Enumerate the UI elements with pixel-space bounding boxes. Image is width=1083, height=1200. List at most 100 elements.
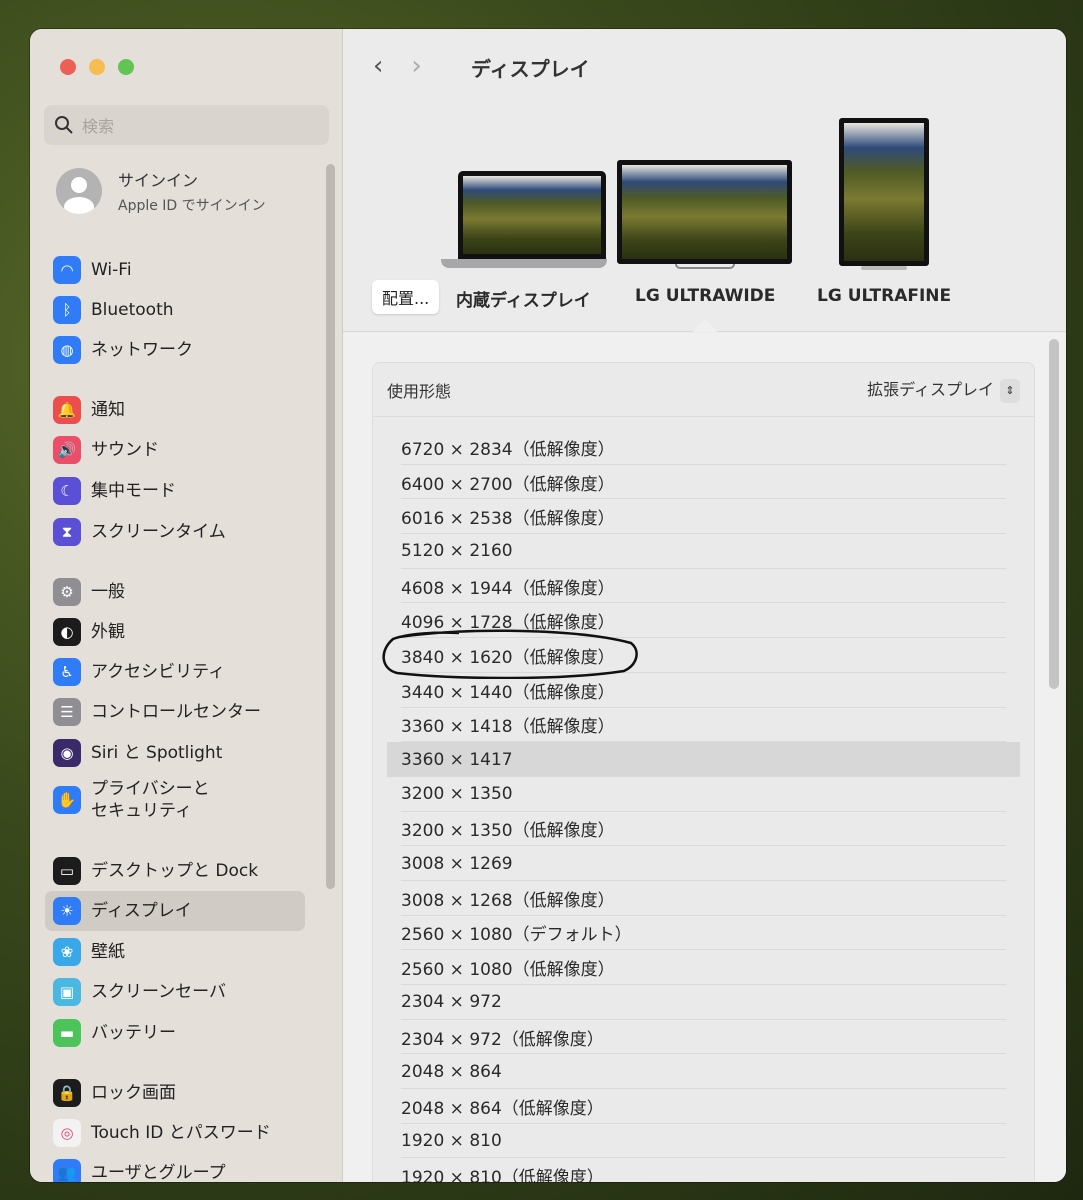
sidebar-item-label: スクリーンセーバ bbox=[91, 981, 226, 1002]
page-title: ディスプレイ bbox=[471, 57, 590, 81]
sidebar-item-flower[interactable]: ❀ 壁紙 bbox=[45, 932, 305, 972]
sidebar-item-label: 外観 bbox=[91, 621, 125, 642]
resolution-option[interactable]: 2304 × 972 bbox=[387, 985, 1020, 1020]
bell-icon: 🔔 bbox=[53, 396, 81, 424]
accessibility-icon: ♿ bbox=[53, 658, 81, 686]
display-name-lg-ultrawide[interactable]: LG ULTRAWIDE bbox=[635, 286, 775, 306]
sidebar-item-label: 集中モード bbox=[91, 480, 176, 501]
sidebar-item-accessibility[interactable]: ♿ アクセシビリティ bbox=[45, 652, 305, 692]
display-name-lg-ultrafine[interactable]: LG ULTRAFINE bbox=[817, 286, 951, 306]
resolution-option[interactable]: 5120 × 2160 bbox=[387, 534, 1020, 569]
battery-icon: ▬ bbox=[53, 1019, 81, 1047]
system-settings-window: 検索 サインイン Apple ID でサインイン ◠ Wi-Fi ᛒ Bluetoot… bbox=[30, 29, 1066, 1182]
resolution-option[interactable]: 3008 × 1269 bbox=[387, 846, 1020, 881]
sidebar-item-lock[interactable]: 🔒 ロック画面 bbox=[45, 1073, 305, 1113]
sidebar-item-label: サウンド bbox=[91, 439, 159, 460]
resolution-option[interactable]: 2304 × 972（低解像度） bbox=[387, 1020, 1020, 1055]
sidebar: 検索 サインイン Apple ID でサインイン ◠ Wi-Fi ᛒ Bluetoot… bbox=[30, 29, 343, 1182]
forward-button[interactable]: › bbox=[411, 51, 421, 81]
hourglass-icon: ⧗ bbox=[53, 518, 81, 546]
display-arrangement-area: ‹ › ディスプレイ 配置... 内蔵ディスプレイ LG ULTRAWIDE L… bbox=[343, 29, 1066, 332]
usage-select[interactable]: 拡張ディスプレイ ⇕ bbox=[867, 376, 1020, 403]
minimize-button[interactable] bbox=[89, 59, 105, 75]
search-input[interactable]: 検索 bbox=[44, 105, 329, 145]
sidebar-scrollbar[interactable] bbox=[326, 164, 335, 889]
signin-subtitle: Apple ID でサインイン bbox=[118, 198, 266, 214]
display-name-builtin[interactable]: 内蔵ディスプレイ bbox=[456, 286, 591, 311]
sidebar-item-label: ロック画面 bbox=[91, 1082, 176, 1103]
sidebar-item-label: バッテリー bbox=[91, 1022, 176, 1043]
back-button[interactable]: ‹ bbox=[373, 51, 383, 81]
sidebar-item-sun[interactable]: ☀ ディスプレイ bbox=[45, 891, 305, 931]
search-icon bbox=[55, 116, 73, 134]
resolution-option[interactable]: 3200 × 1350（低解像度） bbox=[387, 812, 1020, 847]
sidebar-item-screensaver[interactable]: ▣ スクリーンセーバ bbox=[45, 972, 305, 1012]
siri-icon: ◉ bbox=[53, 739, 81, 767]
sun-icon: ☀ bbox=[53, 897, 81, 925]
flower-icon: ❀ bbox=[53, 938, 81, 966]
dock-icon: ▭ bbox=[53, 857, 81, 885]
sidebar-item-toggles[interactable]: ☰ コントロールセンター bbox=[45, 692, 305, 732]
sidebar-item-fingerprint[interactable]: ◎ Touch ID とパスワード bbox=[45, 1113, 305, 1153]
apple-id-signin[interactable]: サインイン Apple ID でサインイン bbox=[56, 167, 266, 215]
zoom-button[interactable] bbox=[118, 59, 134, 75]
sidebar-item-label: 通知 bbox=[91, 399, 125, 420]
sidebar-item-label: ネットワーク bbox=[91, 339, 193, 360]
sidebar-item-appearance[interactable]: ◐ 外観 bbox=[45, 612, 305, 652]
resolution-option[interactable]: 3200 × 1350 bbox=[387, 777, 1020, 812]
sidebar-item-bluetooth[interactable]: ᛒ Bluetooth bbox=[45, 290, 305, 330]
sidebar-item-battery[interactable]: ▬ バッテリー bbox=[45, 1013, 305, 1053]
sidebar-item-label: 壁紙 bbox=[91, 941, 125, 962]
bluetooth-icon: ᛒ bbox=[53, 296, 81, 324]
sidebar-item-label: ユーザとグループ bbox=[91, 1162, 226, 1182]
users-icon: 👥 bbox=[53, 1159, 81, 1182]
sidebar-item-label: ディスプレイ bbox=[91, 900, 192, 921]
sidebar-item-gear[interactable]: ⚙ 一般 bbox=[45, 572, 305, 612]
toggles-icon: ☰ bbox=[53, 698, 81, 726]
sidebar-item-users[interactable]: 👥 ユーザとグループ bbox=[45, 1153, 305, 1182]
appearance-icon: ◐ bbox=[53, 618, 81, 646]
resolution-option[interactable]: 2560 × 1080（低解像度） bbox=[387, 950, 1020, 985]
resolution-option[interactable]: 3360 × 1417 bbox=[387, 742, 1020, 777]
resolution-option[interactable]: 1920 × 810（低解像度） bbox=[387, 1158, 1020, 1182]
sidebar-item-speaker[interactable]: 🔊 サウンド bbox=[45, 430, 305, 470]
sidebar-item-label: デスクトップと Dock bbox=[91, 860, 259, 881]
resolution-option[interactable]: 6400 × 2700（低解像度） bbox=[387, 465, 1020, 500]
resolution-option[interactable]: 2048 × 864 bbox=[387, 1054, 1020, 1089]
sidebar-item-label: コントロールセンター bbox=[91, 701, 261, 722]
main-content: ‹ › ディスプレイ 配置... 内蔵ディスプレイ LG ULTRAWIDE L… bbox=[343, 29, 1066, 1182]
sidebar-item-siri[interactable]: ◉ Siri と Spotlight bbox=[45, 733, 305, 773]
sidebar-item-globe[interactable]: ◍ ネットワーク bbox=[45, 330, 305, 370]
sidebar-item-hourglass[interactable]: ⧗ スクリーンタイム bbox=[45, 512, 305, 552]
sidebar-item-wifi[interactable]: ◠ Wi-Fi bbox=[45, 250, 305, 290]
sidebar-item-moon[interactable]: ☾ 集中モード bbox=[45, 471, 305, 511]
resolution-option[interactable]: 2048 × 864（低解像度） bbox=[387, 1089, 1020, 1124]
resolution-list: 6720 × 2834（低解像度） 6400 × 2700（低解像度） 6016 ×… bbox=[387, 430, 1020, 1182]
resolution-option[interactable]: 3008 × 1268（低解像度） bbox=[387, 881, 1020, 916]
usage-label: 使用形態 bbox=[387, 381, 452, 401]
resolution-option[interactable]: 3360 × 1418（低解像度） bbox=[387, 708, 1020, 743]
arrange-button[interactable]: 配置... bbox=[372, 280, 440, 314]
speaker-icon: 🔊 bbox=[53, 436, 81, 464]
sidebar-item-dock[interactable]: ▭ デスクトップと Dock bbox=[45, 851, 305, 891]
resolution-option[interactable]: 1920 × 810 bbox=[387, 1124, 1020, 1159]
close-button[interactable] bbox=[60, 59, 76, 75]
hand-icon: ✋ bbox=[53, 786, 81, 814]
resolution-option[interactable]: 4608 × 1944（低解像度） bbox=[387, 569, 1020, 604]
sidebar-item-hand[interactable]: ✋ プライバシーと セキュリティ bbox=[45, 774, 305, 826]
sidebar-item-label: Wi-Fi bbox=[91, 259, 132, 280]
sidebar-item-label: Bluetooth bbox=[91, 299, 174, 320]
moon-icon: ☾ bbox=[53, 477, 81, 505]
sidebar-item-bell[interactable]: 🔔 通知 bbox=[45, 390, 305, 430]
search-placeholder: 検索 bbox=[82, 117, 115, 136]
display-settings-pane: 使用形態 拡張ディスプレイ ⇕ 6720 × 2834（低解像度） 6400 × 2… bbox=[343, 333, 1066, 1182]
resolution-option[interactable]: 2560 × 1080（デフォルト） bbox=[387, 916, 1020, 951]
main-scrollbar[interactable] bbox=[1049, 339, 1059, 689]
sidebar-item-label: 一般 bbox=[91, 581, 125, 602]
chevron-updown-icon: ⇕ bbox=[1000, 378, 1020, 403]
resolution-option[interactable]: 6016 × 2538（低解像度） bbox=[387, 499, 1020, 534]
sidebar-item-label: Touch ID とパスワード bbox=[91, 1122, 271, 1143]
sidebar-item-label: Siri と Spotlight bbox=[91, 742, 223, 763]
resolution-option[interactable]: 6720 × 2834（低解像度） bbox=[387, 430, 1020, 465]
selected-display-pointer bbox=[693, 319, 717, 332]
